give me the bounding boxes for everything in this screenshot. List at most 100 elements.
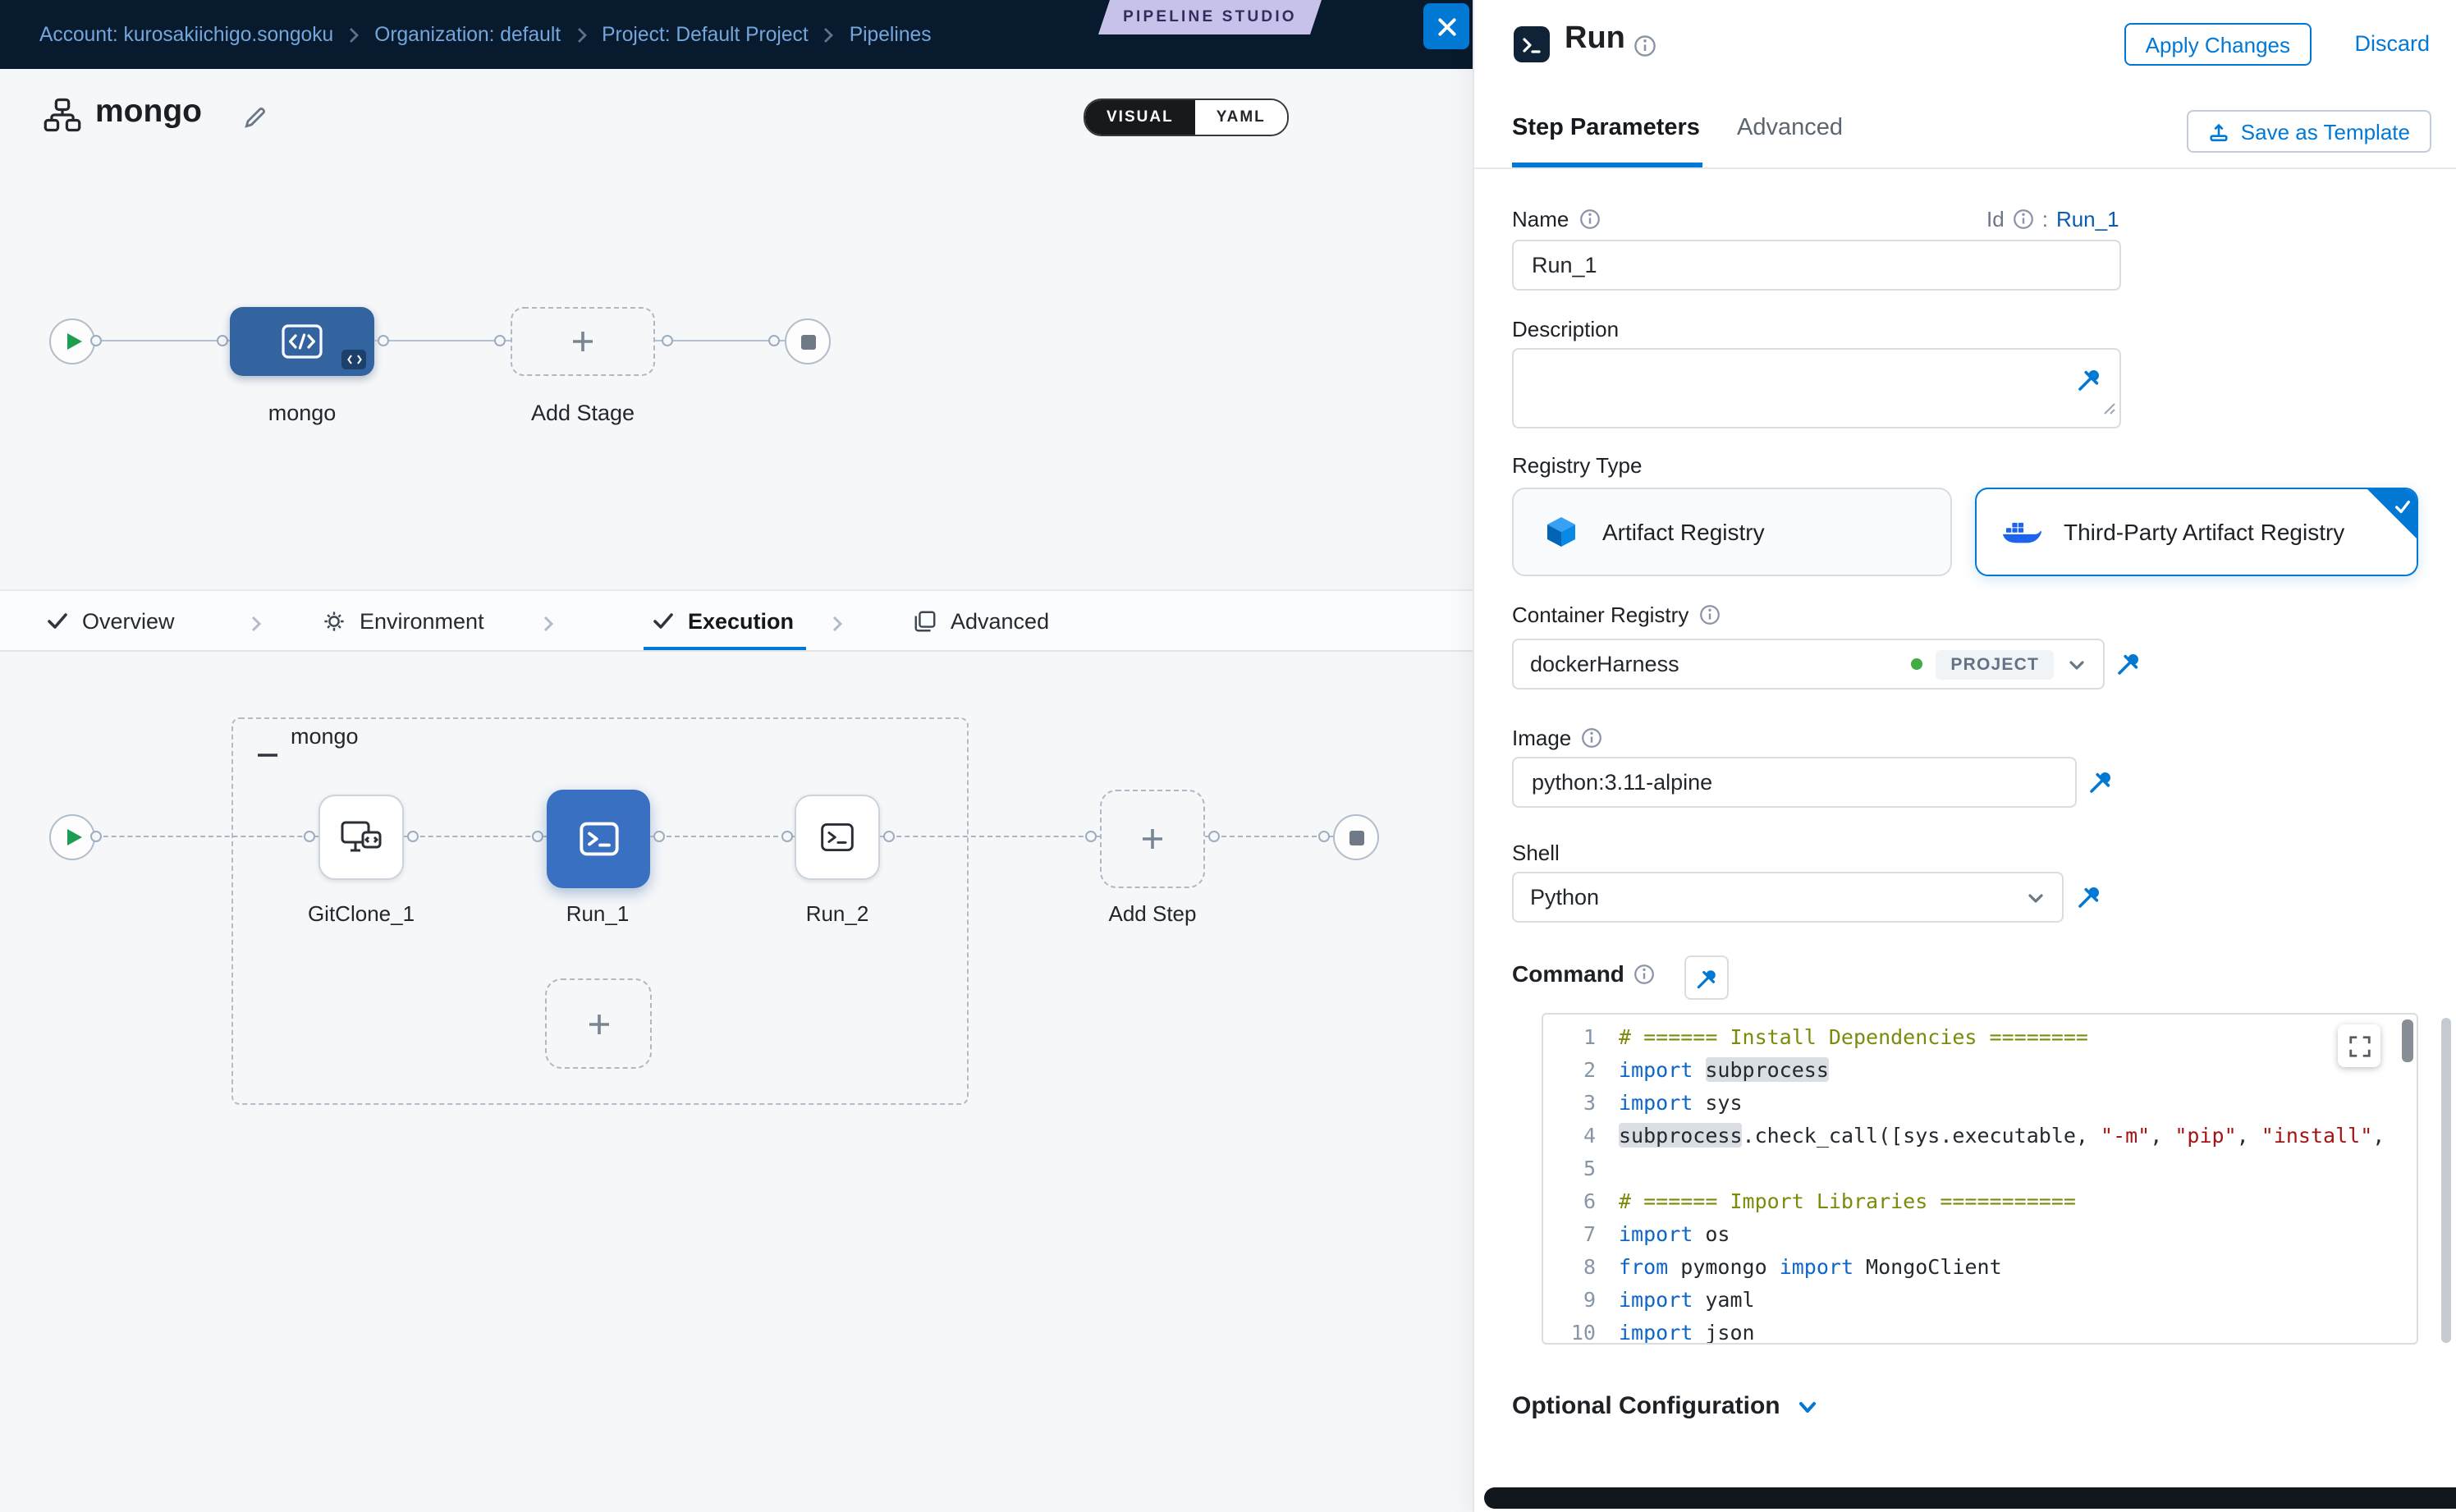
description-textarea[interactable] bbox=[1512, 348, 2121, 428]
pipeline-studio-ribbon: PIPELINE STUDIO bbox=[1098, 0, 1322, 34]
label-text: Name bbox=[1512, 207, 1569, 231]
button-label: Save as Template bbox=[2241, 119, 2410, 144]
id-separator: : bbox=[2042, 207, 2048, 231]
expand-editor-button[interactable] bbox=[2338, 1024, 2380, 1067]
info-icon[interactable] bbox=[1634, 963, 1656, 984]
container-registry-select[interactable]: dockerHarness PROJECT bbox=[1512, 639, 2105, 690]
breadcrumb-organization[interactable]: Organization: default bbox=[374, 23, 561, 46]
tab-advanced[interactable]: Advanced bbox=[913, 591, 1049, 650]
code-line[interactable]: 2import subprocess bbox=[1543, 1054, 2417, 1087]
tab-overview[interactable]: Overview bbox=[46, 591, 175, 650]
stage-node-mongo[interactable] bbox=[230, 307, 374, 376]
info-icon[interactable] bbox=[1581, 727, 1602, 749]
stage-label[interactable]: mongo bbox=[268, 401, 337, 425]
stage-section-tabs: Overview Environment Execution Advanced bbox=[0, 589, 1473, 652]
info-icon[interactable] bbox=[2013, 208, 2034, 230]
collapse-group-icon[interactable] bbox=[258, 737, 277, 767]
add-step-label: Add Step bbox=[1109, 901, 1197, 926]
step-label-gitclone[interactable]: GitClone_1 bbox=[308, 901, 415, 926]
pipeline-end-node[interactable] bbox=[785, 318, 831, 364]
connector-line bbox=[374, 340, 511, 341]
runtime-input-pin-icon[interactable] bbox=[2085, 765, 2118, 798]
step-id: Id : Run_1 bbox=[1986, 207, 2119, 231]
edit-pipeline-icon[interactable] bbox=[243, 105, 268, 138]
shell-select[interactable]: Python bbox=[1512, 872, 2064, 923]
image-input[interactable] bbox=[1512, 757, 2077, 808]
tab-environment[interactable]: Environment bbox=[322, 591, 484, 650]
code-line[interactable]: 1# ====== Install Dependencies ======== bbox=[1543, 1021, 2417, 1054]
chevron-right-icon bbox=[348, 25, 360, 44]
shell-label: Shell bbox=[1512, 841, 1560, 865]
connector-dot bbox=[768, 335, 780, 346]
connector-dot bbox=[90, 335, 102, 346]
code-line[interactable]: 10import json bbox=[1543, 1317, 2417, 1345]
resize-handle[interactable] bbox=[2103, 394, 2116, 424]
add-stage-button[interactable] bbox=[511, 307, 655, 376]
step-label-run1[interactable]: Run_1 bbox=[566, 901, 630, 926]
step-node-run2[interactable] bbox=[795, 795, 880, 880]
info-icon[interactable] bbox=[1698, 604, 1720, 625]
step-node-gitclone[interactable] bbox=[318, 795, 404, 880]
horizontal-scrollbar[interactable] bbox=[1484, 1487, 2456, 1509]
runtime-input-pin-icon[interactable] bbox=[2113, 647, 2146, 680]
code-line[interactable]: 8from pymongo import MongoClient bbox=[1543, 1251, 2417, 1284]
template-icon bbox=[2208, 121, 2229, 142]
execution-end-node[interactable] bbox=[1333, 814, 1379, 860]
code-line[interactable]: 4subprocess.check_call([sys.executable, … bbox=[1543, 1120, 2417, 1152]
label-text: Container Registry bbox=[1512, 603, 1688, 627]
info-icon[interactable] bbox=[1579, 208, 1600, 230]
optional-configuration-toggle[interactable]: Optional Configuration bbox=[1512, 1392, 1820, 1420]
info-icon[interactable] bbox=[1634, 34, 1656, 57]
tab-advanced[interactable]: Advanced bbox=[1737, 115, 1843, 141]
save-as-template-button[interactable]: Save as Template bbox=[2187, 110, 2431, 153]
code-line[interactable]: 9import yaml bbox=[1543, 1284, 2417, 1317]
step-node-run1-selected[interactable] bbox=[547, 790, 650, 888]
add-parallel-step-button[interactable] bbox=[545, 978, 652, 1069]
editor-scrollbar-thumb[interactable] bbox=[2402, 1019, 2413, 1062]
tab-execution[interactable]: Execution bbox=[652, 591, 794, 650]
card-label: Third-Party Artifact Registry bbox=[2064, 519, 2344, 545]
environment-icon bbox=[322, 608, 346, 633]
add-stage-label: Add Stage bbox=[531, 401, 635, 425]
connector-dot bbox=[378, 335, 389, 346]
view-toggle: VISUAL YAML bbox=[1084, 99, 1289, 136]
close-panel-button[interactable] bbox=[1423, 3, 1469, 49]
group-label: mongo bbox=[291, 724, 359, 749]
breadcrumb-project[interactable]: Project: Default Project bbox=[602, 23, 809, 46]
label-text: Shell bbox=[1512, 841, 1560, 865]
registry-option-third-party[interactable]: Third-Party Artifact Registry bbox=[1975, 488, 2418, 576]
tab-label: Execution bbox=[688, 608, 794, 633]
execution-start-node[interactable] bbox=[49, 814, 95, 860]
code-line[interactable]: 3import sys bbox=[1543, 1087, 2417, 1120]
runtime-input-pin-icon[interactable] bbox=[2073, 363, 2106, 396]
close-icon bbox=[1436, 16, 1457, 37]
chevron-down-icon bbox=[1797, 1395, 1820, 1418]
git-clone-icon bbox=[340, 818, 383, 857]
name-input[interactable] bbox=[1512, 240, 2121, 291]
step-label-run2[interactable]: Run_2 bbox=[806, 901, 869, 926]
name-label: Name bbox=[1512, 207, 1600, 231]
runtime-input-pin-icon[interactable] bbox=[2073, 880, 2106, 913]
toggle-yaml[interactable]: YAML bbox=[1195, 100, 1287, 135]
step-config-panel: Run Apply Changes Discard Step Parameter… bbox=[1473, 0, 2456, 1512]
apply-changes-button[interactable]: Apply Changes bbox=[2124, 23, 2312, 66]
tab-step-parameters[interactable]: Step Parameters bbox=[1512, 115, 1700, 141]
play-icon bbox=[66, 829, 81, 845]
toggle-visual[interactable]: VISUAL bbox=[1085, 100, 1195, 135]
pipeline-icon bbox=[43, 97, 82, 141]
discard-button[interactable]: Discard bbox=[2354, 31, 2430, 56]
panel-scrollbar-thumb[interactable] bbox=[2441, 1018, 2451, 1343]
breadcrumb-pipelines[interactable]: Pipelines bbox=[850, 23, 932, 46]
add-step-button[interactable] bbox=[1100, 790, 1205, 888]
connector-dot bbox=[532, 831, 543, 842]
registry-option-artifact[interactable]: Artifact Registry bbox=[1512, 488, 1952, 576]
terminal-icon bbox=[575, 818, 621, 860]
command-pin-button[interactable] bbox=[1684, 955, 1729, 1000]
breadcrumb-account[interactable]: Account: kurosakiichigo.songoku bbox=[39, 23, 333, 46]
code-line[interactable]: 5 bbox=[1543, 1152, 2417, 1185]
pipeline-start-node[interactable] bbox=[49, 318, 95, 364]
container-registry-value: dockerHarness bbox=[1530, 652, 1898, 676]
code-line[interactable]: 6# ====== Import Libraries =========== bbox=[1543, 1185, 2417, 1218]
command-code-editor[interactable]: 1# ====== Install Dependencies ========2… bbox=[1542, 1013, 2418, 1345]
code-line[interactable]: 7import os bbox=[1543, 1218, 2417, 1251]
